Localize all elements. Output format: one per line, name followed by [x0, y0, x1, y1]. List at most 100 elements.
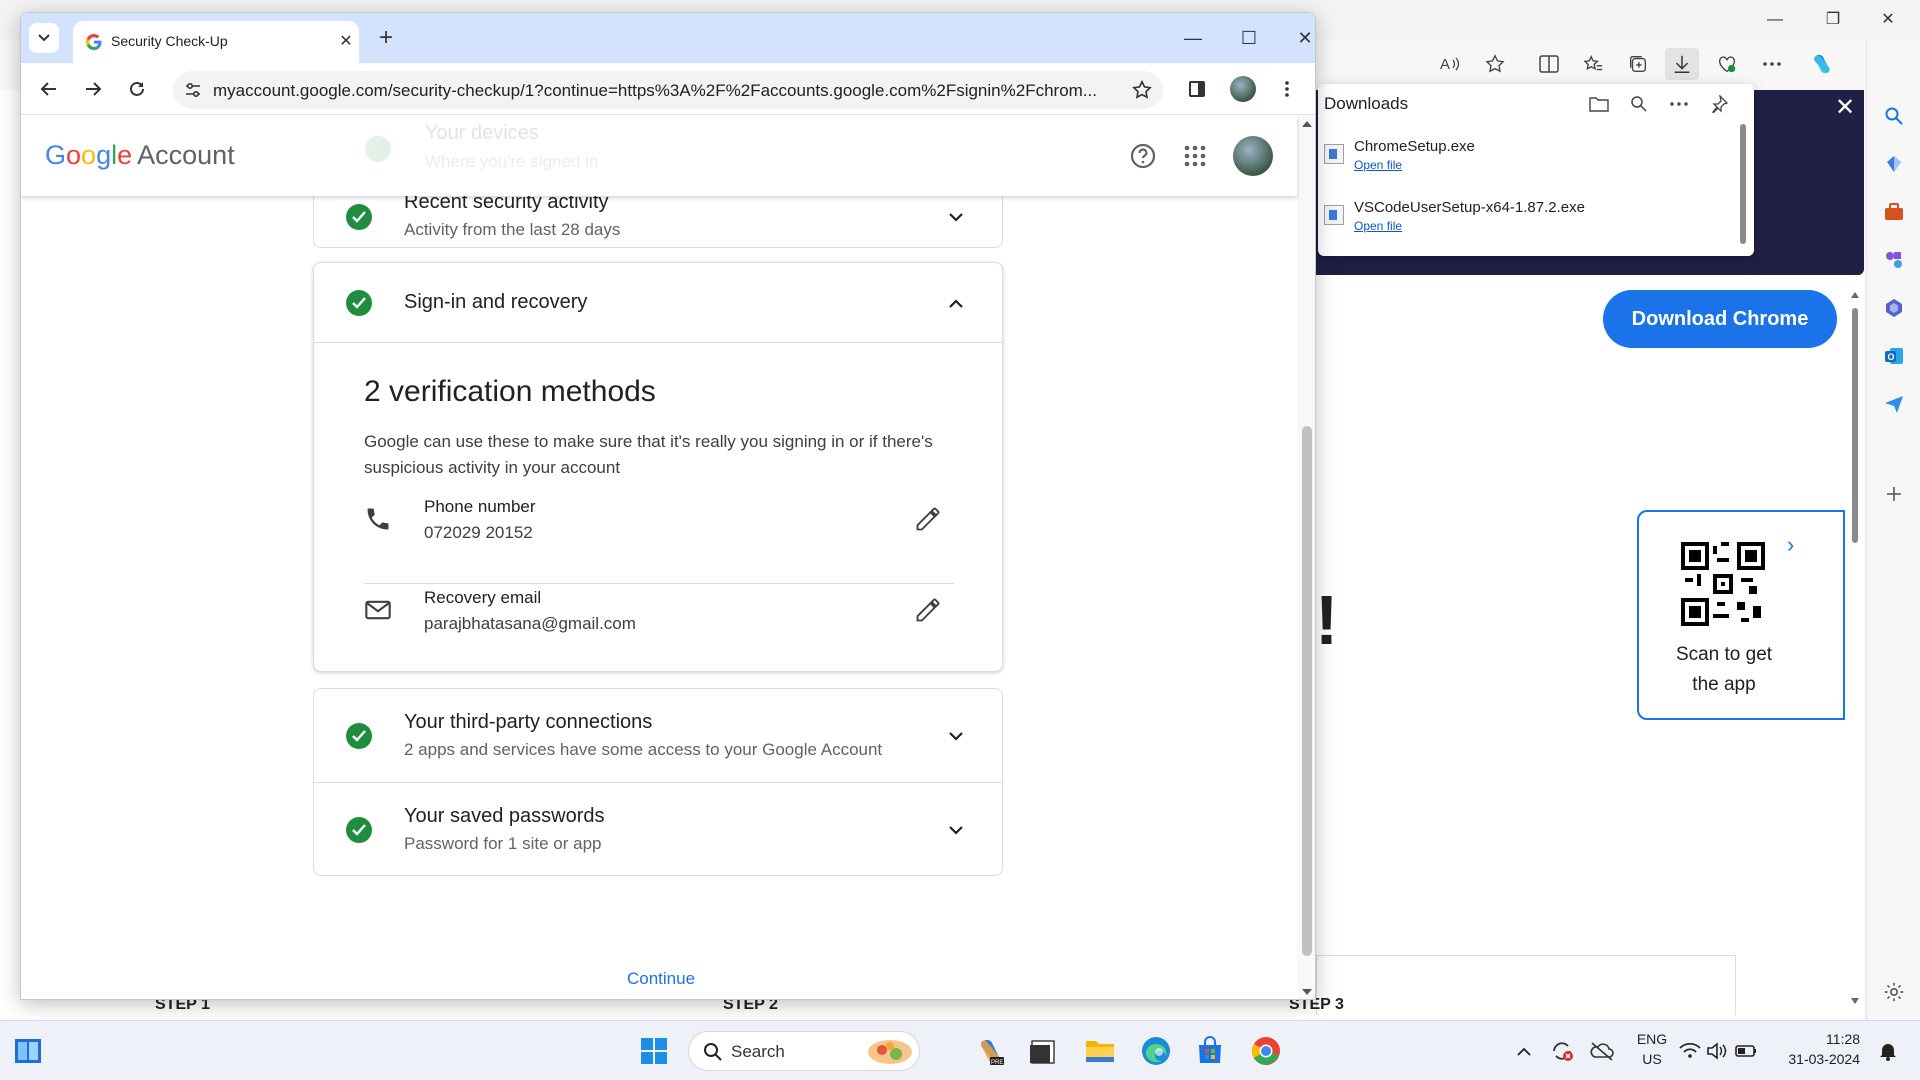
chrome-close-button[interactable]: ✕ — [1285, 23, 1315, 53]
clock-date[interactable]: 31-03-2024 — [1770, 1051, 1860, 1067]
taskbar-search-box[interactable]: Search — [688, 1031, 920, 1071]
row-subtitle: Activity from the last 28 days — [404, 220, 621, 239]
sidebar-shopping-icon[interactable] — [1882, 152, 1906, 176]
edge-scrollbar[interactable] — [1850, 290, 1860, 1010]
chevron-down-icon[interactable] — [944, 818, 968, 842]
open-folder-icon[interactable] — [1586, 92, 1612, 116]
chevron-up-icon[interactable] — [944, 291, 968, 315]
chrome-menu-icon[interactable] — [1271, 73, 1303, 105]
browser-essentials-icon[interactable] — [1710, 48, 1744, 80]
qr-card[interactable]: › Scan to get the app — [1637, 510, 1845, 720]
edit-pencil-icon[interactable] — [914, 596, 942, 624]
edge-taskbar-icon[interactable] — [1136, 1031, 1176, 1071]
url-text[interactable]: myaccount.google.com/security-checkup/1?… — [213, 81, 1113, 101]
downloads-icon[interactable] — [1665, 48, 1699, 80]
address-bar[interactable]: myaccount.google.com/security-checkup/1?… — [173, 71, 1163, 109]
tab-security-checkup[interactable]: Security Check-Up ✕ — [73, 21, 359, 63]
edge-minimize-button[interactable]: — — [1755, 6, 1795, 34]
chevron-right-icon[interactable]: › — [1787, 532, 1794, 558]
notifications-bell-icon[interactable] — [1868, 1031, 1908, 1071]
back-icon[interactable] — [33, 73, 65, 105]
banner-close-icon[interactable]: ✕ — [1830, 92, 1860, 122]
download-item[interactable]: VSCodeUserSetup-x64-1.87.2.exe Open file — [1324, 197, 1724, 241]
edge-close-button[interactable]: ✕ — [1868, 6, 1908, 34]
check-circle-icon — [365, 136, 391, 162]
svg-text:O: O — [1888, 352, 1895, 362]
chevron-down-icon[interactable] — [944, 205, 968, 229]
search-downloads-icon[interactable] — [1626, 92, 1652, 116]
show-hidden-icons-chevron-icon[interactable] — [1504, 1031, 1544, 1071]
clock-time[interactable]: 11:28 — [1790, 1031, 1860, 1047]
start-icon[interactable] — [634, 1031, 674, 1071]
sidebar-games-icon[interactable] — [1882, 248, 1906, 272]
split-screen-icon[interactable] — [1532, 48, 1566, 80]
sidebar-outlook-icon[interactable]: O — [1882, 344, 1906, 368]
help-icon[interactable] — [1125, 138, 1161, 174]
widgets-icon[interactable] — [8, 1031, 48, 1071]
copilot-taskbar-icon[interactable]: PRE — [970, 1031, 1010, 1071]
favorite-star-icon[interactable] — [1478, 48, 1512, 80]
row-title: Your devices — [425, 122, 539, 144]
sidebar-add-icon[interactable] — [1882, 482, 1906, 506]
search-label: Search — [731, 1042, 785, 1061]
open-file-link[interactable]: Open file — [1354, 158, 1402, 172]
headline-fragment: ! — [1315, 581, 1339, 659]
sidebar-settings-icon[interactable] — [1882, 980, 1906, 1004]
download-filename: VSCodeUserSetup-x64-1.87.2.exe — [1354, 199, 1585, 216]
site-info-icon[interactable] — [183, 80, 203, 100]
favorites-list-icon[interactable] — [1576, 48, 1610, 80]
pin-icon[interactable] — [1706, 92, 1732, 116]
continue-button[interactable]: Continue — [611, 961, 711, 997]
apps-grid-icon[interactable] — [1177, 138, 1213, 174]
edge-restore-button[interactable]: ❐ — [1813, 6, 1853, 34]
forward-icon[interactable] — [77, 73, 109, 105]
sidebar-search-icon[interactable] — [1882, 104, 1906, 128]
sync-status-icon[interactable] — [1542, 1031, 1582, 1071]
chrome-taskbar-icon[interactable] — [1246, 1031, 1286, 1071]
read-aloud-icon[interactable]: A — [1433, 48, 1467, 80]
page-scrollbar-thumb[interactable] — [1302, 426, 1312, 956]
signin-recovery-header[interactable]: Sign-in and recovery — [314, 263, 1002, 343]
svg-text:PRE: PRE — [991, 1060, 1003, 1066]
chrome-maximize-button[interactable]: ☐ — [1229, 23, 1269, 53]
store-icon[interactable] — [1190, 1031, 1230, 1071]
file-explorer-icon[interactable] — [1080, 1031, 1120, 1071]
downloads-more-icon[interactable] — [1666, 92, 1692, 116]
open-file-link[interactable]: Open file — [1354, 219, 1402, 233]
downloads-scrollbar[interactable] — [1740, 124, 1746, 244]
download-chrome-button[interactable]: Download Chrome — [1603, 290, 1837, 348]
new-tab-button[interactable]: + — [373, 26, 399, 53]
tab-search-button[interactable] — [29, 23, 59, 53]
scroll-down-arrow-icon[interactable] — [1301, 988, 1313, 996]
profile-avatar[interactable] — [1227, 73, 1259, 105]
edit-pencil-icon[interactable] — [914, 505, 942, 533]
account-avatar[interactable] — [1233, 136, 1273, 176]
quick-settings-icons[interactable] — [1678, 1031, 1762, 1071]
saved-passwords-row[interactable]: Your saved passwords Password for 1 site… — [314, 783, 1002, 877]
terminal-icon[interactable] — [1022, 1031, 1062, 1071]
third-party-connections-row[interactable]: Your third-party connections 2 apps and … — [314, 689, 1002, 783]
sidebar-tools-icon[interactable] — [1882, 200, 1906, 224]
google-account-logo[interactable]: Google Account — [45, 140, 235, 171]
language-region[interactable]: US — [1635, 1051, 1669, 1067]
scroll-up-arrow-icon[interactable] — [1301, 120, 1313, 128]
connections-passwords-card: Your third-party connections 2 apps and … — [313, 688, 1003, 876]
row-title: Sign-in and recovery — [404, 291, 588, 313]
more-options-icon[interactable] — [1755, 48, 1789, 80]
sidebar-send-icon[interactable] — [1882, 392, 1906, 416]
onedrive-offline-icon[interactable] — [1582, 1031, 1622, 1071]
tab-close-icon[interactable]: ✕ — [335, 30, 357, 52]
bookmark-star-icon[interactable] — [1131, 79, 1153, 101]
edge-toolbar: A — [1315, 44, 1855, 84]
google-favicon-icon — [85, 34, 102, 51]
windows-taskbar: Search PRE ENG US 11:28 31-03-2024 — [0, 1020, 1920, 1080]
collections-icon[interactable] — [1621, 48, 1655, 80]
side-panel-icon[interactable] — [1181, 73, 1213, 105]
language-code[interactable]: ENG — [1635, 1031, 1669, 1047]
sidebar-m365-icon[interactable] — [1882, 296, 1906, 320]
reload-icon[interactable] — [121, 73, 153, 105]
chrome-minimize-button[interactable]: — — [1173, 23, 1213, 53]
chevron-down-icon[interactable] — [944, 724, 968, 748]
download-item[interactable]: ChromeSetup.exe Open file — [1324, 136, 1724, 180]
copilot-icon[interactable] — [1805, 48, 1839, 80]
